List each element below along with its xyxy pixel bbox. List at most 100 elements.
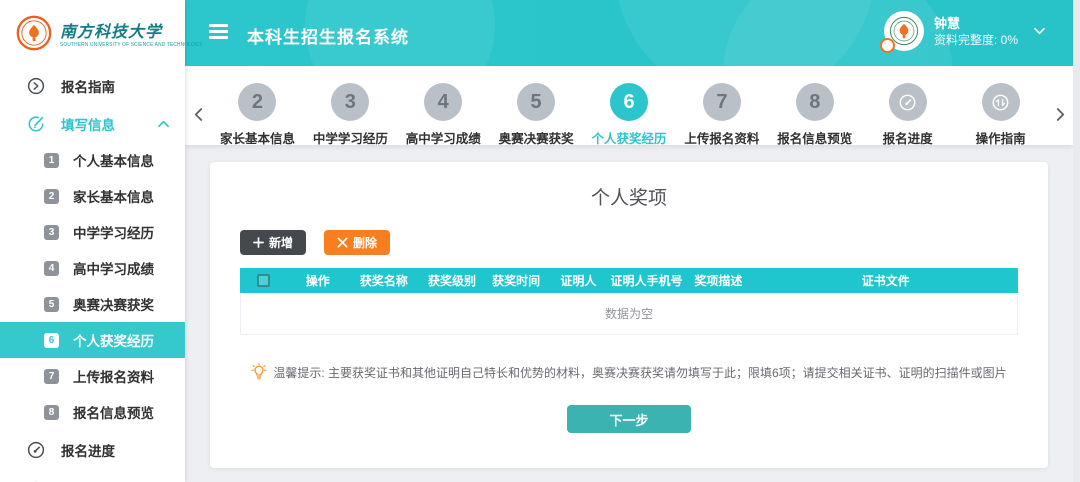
hamburger-menu-icon[interactable] (209, 24, 228, 40)
step-circle: 3 (331, 83, 369, 121)
university-seal-icon (16, 15, 52, 51)
sidebar-item-personal-info[interactable]: 1 个人基本信息 (0, 142, 185, 178)
next-step-button[interactable]: 下一步 (567, 405, 691, 433)
step-upload-materials[interactable]: 7 上传报名资料 (675, 66, 768, 147)
chevron-left-icon[interactable] (185, 108, 211, 124)
step-number-badge: 3 (44, 225, 59, 240)
edit-pen-icon (26, 115, 45, 134)
sidebar: 南方科技大学 SOUTHERN UNIVERSITY OF SCIENCE AN… (0, 0, 185, 482)
chevron-up-icon (158, 115, 169, 133)
column-header: 证书文件 (753, 272, 1018, 289)
chevron-right-icon[interactable] (1047, 108, 1073, 124)
sidebar-item-label: 奥赛决赛获奖 (73, 294, 154, 314)
select-all-checkbox[interactable] (257, 274, 270, 287)
tip-text: 温馨提示: 主要获奖证书和其他证明自己特长和优势的材料，奥赛决赛获奖请勿填写于此… (273, 364, 1006, 381)
page-title: 个人奖项 (210, 162, 1048, 210)
column-header: 获奖名称 (349, 272, 419, 289)
sidebar-item-info-preview[interactable]: 8 报名信息预览 (0, 394, 185, 430)
column-header: 获奖级别 (419, 272, 485, 289)
column-header: 奖项描述 (683, 272, 753, 289)
sidebar-item-label: 家长基本信息 (73, 186, 154, 206)
sidebar-item-label: 高中学习成绩 (73, 258, 154, 278)
plus-icon (253, 237, 264, 248)
step-circle: 2 (238, 83, 276, 121)
user-name: 钟慧 (934, 15, 1018, 32)
sidebar-item-label: 报名指南 (61, 76, 115, 96)
sidebar-item-label: 个人基本信息 (73, 150, 154, 170)
app-header: 本科生招生报名系统 钟慧 资料完整度: 0% (185, 0, 1073, 66)
sidebar-item-upload-materials[interactable]: 7 上传报名资料 (0, 358, 185, 394)
column-header: 获奖时间 (485, 272, 547, 289)
sidebar-item-high-school-grades[interactable]: 4 高中学习成绩 (0, 250, 185, 286)
guide-arrow-icon (26, 77, 45, 96)
delete-button[interactable]: 删除 (324, 230, 390, 255)
steps-navigation: 2 家长基本信息 3 中学学习经历 4 高中学习成绩 5 奥赛决赛获奖 6 个人… (185, 66, 1073, 145)
content-area: 个人奖项 新增 删除 操作 获奖名称 获奖级别 获奖时间 证明人 证明人手机号 … (185, 145, 1073, 482)
sidebar-item-parents-info[interactable]: 2 家长基本信息 (0, 178, 185, 214)
sidebar-item-label: 个人获奖经历 (73, 330, 154, 350)
add-button[interactable]: 新增 (240, 230, 306, 255)
step-info-preview[interactable]: 8 报名信息预览 (768, 66, 861, 147)
scrollbar-track[interactable] (1073, 0, 1080, 482)
delete-button-label: 删除 (353, 234, 377, 251)
step-high-school-grades[interactable]: 4 高中学习成绩 (397, 66, 490, 147)
step-label: 上传报名资料 (684, 128, 759, 147)
sidebar-item-middle-school[interactable]: 3 中学学习经历 (0, 214, 185, 250)
step-number-badge: 2 (44, 189, 59, 204)
step-number-badge: 1 (44, 153, 59, 168)
step-label: 中学学习经历 (313, 128, 388, 147)
lightbulb-icon (251, 363, 267, 381)
profile-completeness: 资料完整度: 0% (934, 32, 1018, 48)
step-circle: 4 (424, 83, 462, 121)
avatar-status-badge (880, 38, 895, 53)
empty-text: 数据为空 (605, 305, 653, 322)
university-name: 南方科技大学 (60, 18, 208, 42)
sidebar-item-label: 报名信息预览 (73, 402, 154, 422)
step-progress[interactable]: 报名进度 (861, 66, 954, 147)
sidebar-item-label: 中学学习经历 (73, 222, 154, 242)
step-parents-info[interactable]: 2 家长基本信息 (211, 66, 304, 147)
step-label: 报名进度 (883, 128, 933, 147)
sidebar-item-fill-info[interactable]: 填写信息 (0, 106, 185, 142)
step-label: 高中学习成绩 (406, 128, 481, 147)
step-circle: 8 (796, 83, 834, 121)
sidebar-item-label: 填写信息 (61, 114, 115, 134)
column-header: 操作 (287, 272, 349, 289)
sidebar-item-personal-awards[interactable]: 6 个人获奖经历 (0, 322, 185, 358)
personal-awards-card: 个人奖项 新增 删除 操作 获奖名称 获奖级别 获奖时间 证明人 证明人手机号 … (210, 162, 1048, 468)
sidebar-item-progress[interactable]: 报名进度 (0, 430, 185, 470)
column-header: 证明人手机号 (610, 272, 684, 289)
table-empty-state: 数据为空 (240, 293, 1018, 335)
step-personal-awards[interactable]: 6 个人获奖经历 (583, 66, 676, 147)
sidebar-item-olympiad-awards[interactable]: 5 奥赛决赛获奖 (0, 286, 185, 322)
app-title: 本科生招生报名系统 (247, 23, 409, 48)
step-manual[interactable]: 操作指南 (954, 66, 1047, 147)
step-middle-school[interactable]: 3 中学学习经历 (304, 66, 397, 147)
sidebar-item-label: 报名进度 (61, 440, 115, 460)
university-subtitle: SOUTHERN UNIVERSITY OF SCIENCE AND TECHN… (60, 42, 202, 48)
step-label: 报名信息预览 (777, 128, 852, 147)
gauge-icon (889, 83, 927, 121)
step-label: 操作指南 (976, 128, 1026, 147)
step-number-badge: 5 (44, 297, 59, 312)
step-label: 家长基本信息 (220, 128, 295, 147)
step-number-badge: 8 (44, 405, 59, 420)
tip-banner: 温馨提示: 主要获奖证书和其他证明自己特长和优势的材料，奥赛决赛获奖请勿填写于此… (210, 363, 1048, 381)
table-header-row: 操作 获奖名称 获奖级别 获奖时间 证明人 证明人手机号 奖项描述 证书文件 (240, 268, 1018, 293)
step-circle: 7 (703, 83, 741, 121)
gauge-icon (26, 441, 45, 460)
step-label: 奥赛决赛获奖 (499, 128, 574, 147)
awards-table: 操作 获奖名称 获奖级别 获奖时间 证明人 证明人手机号 奖项描述 证书文件 数… (240, 268, 1018, 335)
step-label: 个人获奖经历 (592, 128, 667, 147)
step-number-badge: 4 (44, 261, 59, 276)
sidebar-item-label: 上传报名资料 (73, 366, 154, 386)
x-icon (337, 237, 348, 248)
sidebar-item-manual[interactable]: 操作指南 (0, 470, 185, 482)
guide-icon (982, 83, 1020, 121)
university-logo: 南方科技大学 SOUTHERN UNIVERSITY OF SCIENCE AN… (0, 0, 185, 66)
sidebar-item-guide[interactable]: 报名指南 (0, 66, 185, 106)
step-number-badge: 7 (44, 369, 59, 384)
user-menu[interactable]: 钟慧 资料完整度: 0% (884, 11, 1045, 51)
step-circle: 5 (517, 83, 555, 121)
step-olympiad-awards[interactable]: 5 奥赛决赛获奖 (490, 66, 583, 147)
